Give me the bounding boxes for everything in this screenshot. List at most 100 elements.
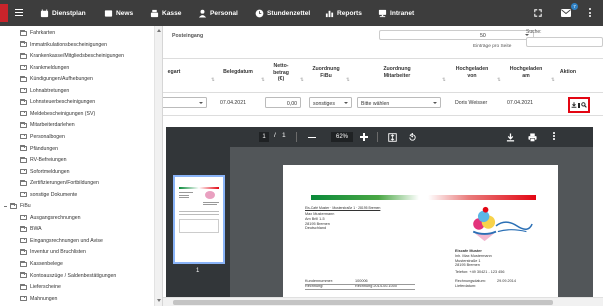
sidebar-folder-item[interactable]: BWA [20, 226, 42, 232]
column-header-hochgeladen-am[interactable]: Hochgeladen am [501, 66, 551, 79]
fit-page-icon[interactable] [388, 132, 397, 142]
nav-dienstplan[interactable]: Dienstplan [40, 0, 86, 26]
more-options-icon[interactable] [553, 132, 556, 142]
clock-icon [255, 9, 264, 17]
sidebar-folder-label: Lohnabtretungen [30, 87, 70, 94]
nav-personal[interactable]: Personal [198, 0, 238, 26]
download-icon[interactable] [571, 102, 577, 108]
sidebar-folder-label: Lieferscheine [30, 284, 61, 291]
page-number-input[interactable]: 1 [259, 132, 269, 142]
entries-per-page-select[interactable]: 50 [379, 30, 534, 40]
sidebar-folder-label: Pfändungen [30, 145, 58, 152]
zoom-in-icon[interactable] [360, 133, 368, 141]
folder-icon [20, 237, 27, 244]
sidebar-folder-item[interactable]: Mahnungen [20, 295, 57, 302]
mail-icon[interactable] [561, 9, 571, 17]
sidebar-folder-item[interactable]: Krankenkasse/Mitgliedsbescheinigungen [20, 52, 124, 59]
recipient-line: Deutschland [305, 226, 327, 231]
sort-icon[interactable]: ⇅ [300, 77, 304, 83]
sort-icon[interactable]: ⇅ [497, 77, 501, 83]
search-input[interactable] [526, 37, 603, 47]
delete-icon[interactable] [578, 102, 580, 108]
sort-icon[interactable]: ⇅ [346, 77, 350, 83]
sidebar-folder-label: Mitarbeiterdarlehen [30, 122, 75, 129]
letterhead-color-bar [311, 195, 536, 200]
sort-icon[interactable]: ⇅ [261, 77, 265, 83]
nav-stundenzettel[interactable]: Stundenzettel [255, 0, 310, 26]
sidebar-folder-item[interactable]: Ausgangsrechnungen [20, 214, 81, 221]
horizontal-scrollbar[interactable] [163, 297, 603, 306]
sidebar-folder-item[interactable]: Inventur und Bruchlisten [20, 249, 86, 255]
sidebar-scrollbar[interactable] [154, 26, 162, 306]
folder-icon [20, 226, 27, 232]
cash-register-icon [150, 9, 159, 17]
nav-kasse[interactable]: Kasse [150, 0, 181, 26]
sort-icon[interactable]: ⇅ [551, 77, 555, 83]
sidebar-folder-label: Eingangsrechnungen und Avise [30, 237, 103, 244]
sidebar-folder-item[interactable]: Personalbogen [20, 133, 65, 140]
column-header-kategorie[interactable]: egart [163, 69, 185, 76]
sidebar-folder-item[interactable]: Kontoauszüge / Saldenbestätigungen [20, 272, 116, 279]
rotate-icon[interactable] [408, 132, 417, 142]
sidebar-folder-fibu[interactable]: FiBu [4, 203, 31, 209]
calendar-icon [40, 8, 49, 17]
download-icon[interactable] [506, 132, 515, 142]
zuordnung-fibu-select[interactable]: sonstiges [309, 97, 352, 108]
sidebar-folder-item[interactable]: Lohnabtretungen [20, 87, 70, 94]
nav-label: Intranet [390, 9, 415, 17]
search-icon[interactable] [581, 102, 587, 108]
company-line: 28195 Bremen [455, 263, 480, 268]
sidebar-folder-item[interactable]: Fahrkarten [20, 29, 55, 36]
folder-icon [20, 110, 27, 117]
sidebar-folder-item[interactable]: Kassenbelege [20, 260, 63, 267]
nav-reports[interactable]: Reports [325, 0, 362, 26]
more-menu-icon[interactable] [589, 8, 592, 19]
search-label: Suche: [526, 29, 542, 35]
sidebar-folder-item[interactable]: RV-Befreiungen [20, 156, 67, 163]
folder-icon [20, 260, 27, 267]
action-buttons-highlight [568, 97, 590, 113]
pdf-toolbar: 1 / 1 62% [166, 127, 593, 147]
folder-icon [20, 191, 27, 198]
print-icon[interactable] [528, 132, 537, 142]
column-header-belegdatum[interactable]: Belegdatum [216, 69, 260, 76]
logo[interactable] [0, 4, 8, 22]
sidebar-folder-item[interactable]: Lieferscheine [20, 283, 61, 291]
sidebar-folder-item[interactable]: Immatrikulationsbescheinigungen [20, 41, 107, 48]
column-header-zuordnung-mitarbeiter[interactable]: Zuordnung Mitarbeiter [353, 66, 441, 79]
folder-icon [20, 87, 27, 94]
table-row: 07.04.2021 0,00 sonstiges Bitte wählen D… [163, 92, 603, 116]
sidebar-folder-item[interactable]: Pfändungen [20, 145, 58, 152]
sidebar-folder-label: Lohnsteuerbescheinigungen [30, 99, 96, 106]
nav-label: Stundenzettel [267, 9, 311, 17]
sidebar-folder-label: Zertifizierungen/Fortbildungen [30, 180, 99, 187]
page-thumbnail[interactable] [173, 175, 225, 264]
sidebar-folder-item[interactable]: Lohnsteuerbescheinigungen [20, 99, 95, 105]
kategorie-select[interactable] [163, 97, 207, 108]
sidebar-folder-item[interactable]: Zertifizierungen/Fortbildungen [20, 180, 99, 186]
column-header-hochgeladen-von[interactable]: Hochgeladen von [446, 66, 498, 79]
sidebar-folder-item[interactable]: Eingangsrechnungen und Avise [20, 237, 103, 244]
sidebar-folder-label: Ausgangsrechnungen [30, 214, 81, 221]
fullscreen-icon[interactable] [534, 9, 542, 17]
column-header-zuordnung-fibu[interactable]: Zuordnung FiBu [306, 66, 346, 79]
sidebar-folder-item[interactable]: Sofortmeldungen [20, 168, 70, 175]
sidebar-folder-item[interactable]: Meldebescheinigungen (SV) [20, 110, 95, 117]
zoom-level-input[interactable]: 62% [331, 132, 353, 142]
sidebar-folder-item[interactable]: Mitarbeiterdarlehen [20, 122, 75, 128]
zuordnung-mitarbeiter-select[interactable]: Bitte wählen [357, 97, 441, 108]
sort-icon[interactable]: ⇅ [442, 77, 446, 83]
sidebar-folder-item[interactable]: Kündigungen/Aufhebungen [20, 76, 93, 82]
nav-news[interactable]: News [104, 0, 133, 26]
zoom-out-icon[interactable] [308, 136, 316, 138]
folder-icon [20, 145, 27, 151]
scrollbar-thumb[interactable] [173, 300, 553, 305]
menu-icon[interactable] [15, 9, 23, 17]
column-header-nettobetrag[interactable]: Netto- betrag (€) [266, 63, 296, 83]
nettobetrag-input[interactable]: 0,00 [265, 97, 301, 108]
collapse-icon[interactable] [4, 205, 7, 207]
sidebar-folder-item[interactable]: Krankmeldungen [20, 64, 69, 71]
sort-icon[interactable]: ⇅ [211, 77, 215, 83]
sidebar-folder-item[interactable]: sonstige Dokumente [20, 191, 77, 198]
nav-intranet[interactable]: Intranet [378, 0, 414, 26]
